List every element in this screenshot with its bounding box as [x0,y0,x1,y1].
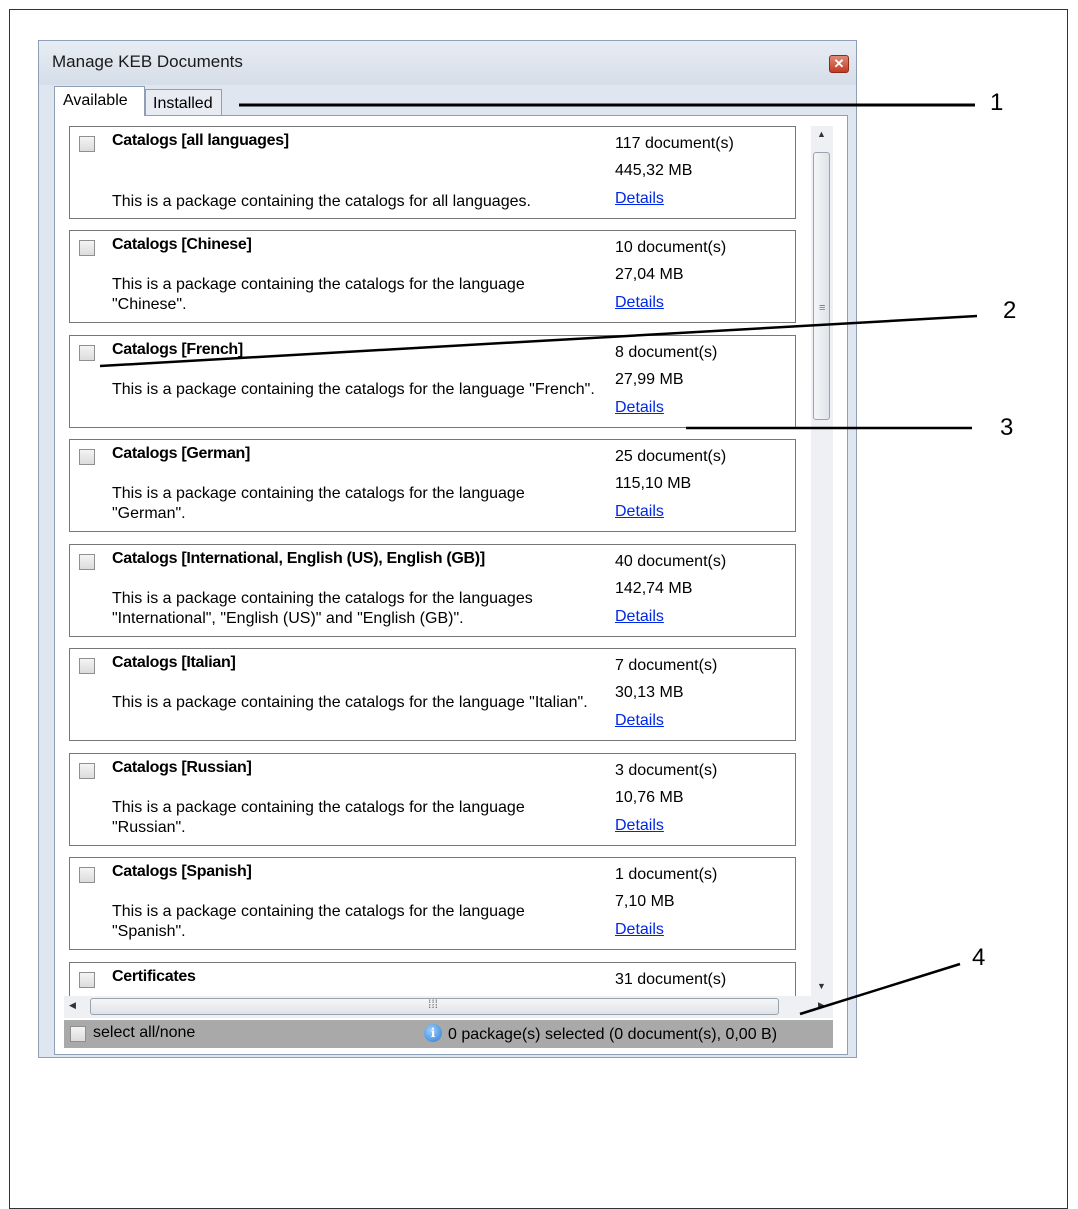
callout-line-4 [799,962,961,1016]
tab-available[interactable]: Available [54,86,145,116]
callout-4: 4 [972,944,986,971]
callout-2: 2 [1003,297,1017,324]
callout-lines [99,103,978,1016]
callout-1: 1 [990,89,1004,116]
callout-line-2 [99,314,978,368]
callout-3: 3 [1000,414,1014,441]
